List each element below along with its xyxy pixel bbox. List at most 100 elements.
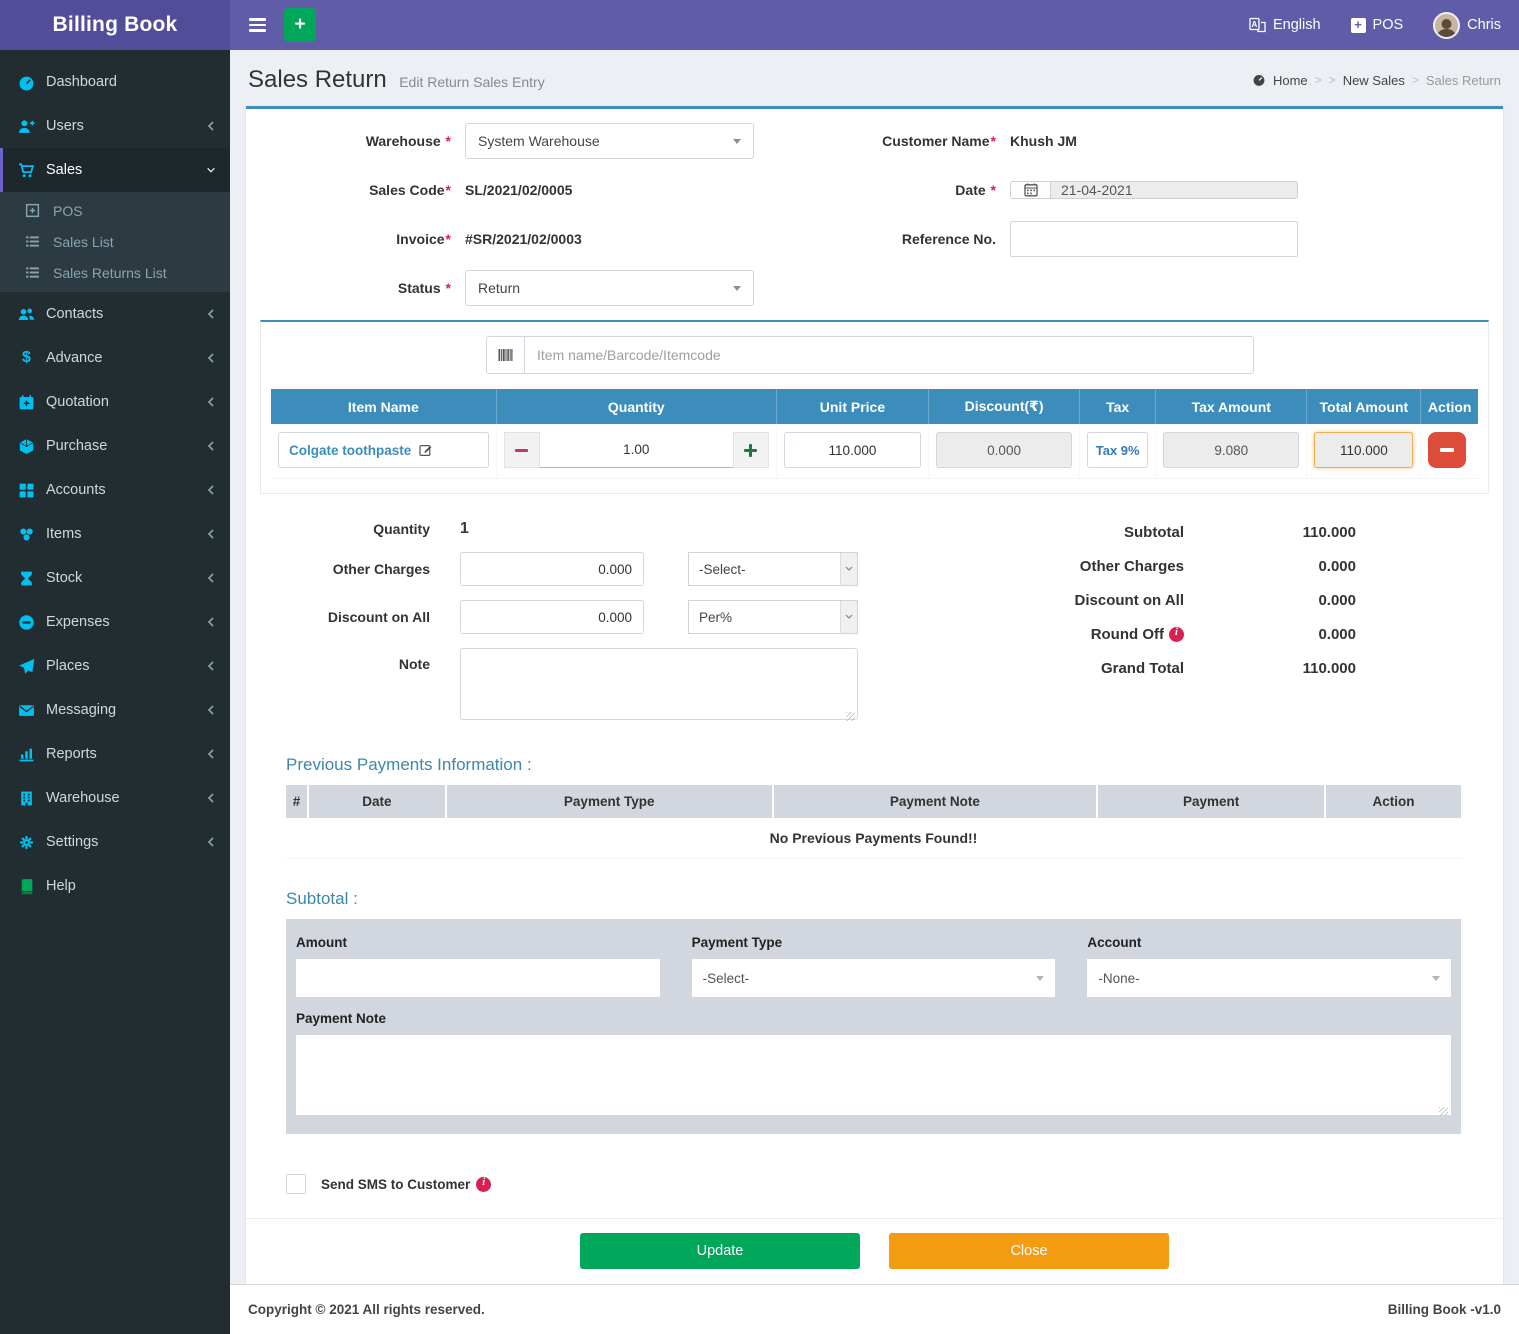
barcode-icon xyxy=(486,336,524,374)
item-search-input[interactable] xyxy=(524,336,1254,374)
info-icon[interactable]: i xyxy=(476,1177,491,1192)
payment-note-textarea[interactable] xyxy=(296,1035,1451,1115)
sidebar-item-advance[interactable]: $ Advance xyxy=(0,336,230,380)
quick-add-button[interactable]: + xyxy=(284,8,316,42)
sidebar-item-contacts[interactable]: Contacts xyxy=(0,292,230,336)
previous-payments-table: # Date Payment Type Payment Note Payment… xyxy=(286,785,1461,859)
tax-cell[interactable]: Tax 9% xyxy=(1087,432,1148,468)
status-select[interactable]: Return xyxy=(465,270,754,306)
discount-on-all-input[interactable] xyxy=(460,600,644,634)
note-label: Note xyxy=(260,648,430,672)
chevron-left-icon xyxy=(206,308,216,320)
discount-type-select[interactable]: Per% xyxy=(688,600,858,634)
total-amount-input[interactable] xyxy=(1314,432,1413,468)
sidebar-item-stock[interactable]: Stock xyxy=(0,556,230,600)
note-textarea[interactable] xyxy=(460,648,858,720)
reference-no-input[interactable] xyxy=(1010,221,1298,257)
sidebar-item-users[interactable]: Users xyxy=(0,104,230,148)
sidebar-item-accounts[interactable]: Accounts xyxy=(0,468,230,512)
column-header-item-name: Item Name xyxy=(271,389,496,424)
chevron-down-icon xyxy=(206,164,216,176)
edit-icon[interactable] xyxy=(419,443,433,457)
breadcrumb: Home > > New Sales > Sales Return xyxy=(1252,73,1501,88)
pp-column-payment-type: Payment Type xyxy=(446,785,773,818)
list-icon xyxy=(24,233,41,250)
svg-text:A: A xyxy=(1251,20,1257,29)
other-charges-select[interactable]: -Select- xyxy=(688,552,858,586)
gears-icon xyxy=(18,834,35,851)
resize-grip[interactable] xyxy=(1439,1107,1448,1116)
warehouse-select[interactable]: System Warehouse xyxy=(465,123,754,159)
remove-item-button[interactable] xyxy=(1428,432,1466,468)
customer-name-value: Khush JM xyxy=(1010,133,1077,149)
minus-icon xyxy=(515,449,528,452)
pp-column-payment: Payment xyxy=(1097,785,1325,818)
pos-shortcut[interactable]: + POS xyxy=(1351,17,1404,33)
sidebar-item-quotation[interactable]: Quotation xyxy=(0,380,230,424)
sidebar-item-help[interactable]: Help xyxy=(0,864,230,908)
info-icon[interactable]: i xyxy=(1169,627,1184,642)
grand-total-value: 110.000 xyxy=(1184,660,1356,677)
other-charges-input[interactable] xyxy=(460,552,644,586)
update-button[interactable]: Update xyxy=(580,1233,860,1269)
quantity-summary-value: 1 xyxy=(460,520,469,538)
quantity-decrease-button[interactable] xyxy=(504,432,540,468)
tax-amount-input xyxy=(1163,432,1299,468)
items-table: Item Name Quantity Unit Price Discount(₹… xyxy=(271,389,1478,479)
app-logo[interactable]: Billing Book xyxy=(0,0,230,50)
breadcrumb-home[interactable]: Home xyxy=(1273,73,1308,88)
plus-square-icon xyxy=(24,202,41,219)
resize-grip[interactable] xyxy=(846,712,855,721)
warehouse-label: Warehouse * xyxy=(260,133,465,149)
chevron-left-icon xyxy=(206,836,216,848)
footer: Copyright © 2021 All rights reserved. Bi… xyxy=(230,1284,1519,1334)
breadcrumb-current: Sales Return xyxy=(1426,73,1501,88)
chevron-left-icon xyxy=(206,484,216,496)
sales-code-value: SL/2021/02/0005 xyxy=(465,182,572,198)
sidebar-toggle-button[interactable] xyxy=(236,0,278,50)
close-button[interactable]: Close xyxy=(889,1233,1169,1269)
sidebar-item-messaging[interactable]: Messaging xyxy=(0,688,230,732)
reference-no-label: Reference No. xyxy=(860,231,1010,247)
sidebar-item-warehouse[interactable]: Warehouse xyxy=(0,776,230,820)
sidebar-item-purchase[interactable]: Purchase xyxy=(0,424,230,468)
calendar-icon xyxy=(1010,181,1050,199)
sidebar-item-sales-returns-list[interactable]: Sales Returns List xyxy=(0,257,230,288)
column-header-unit-price: Unit Price xyxy=(776,389,928,424)
sidebar-item-expenses[interactable]: Expenses xyxy=(0,600,230,644)
discount-input xyxy=(936,432,1072,468)
user-name: Chris xyxy=(1467,17,1501,33)
sidebar-item-reports[interactable]: Reports xyxy=(0,732,230,776)
unit-price-input[interactable] xyxy=(784,432,921,468)
chevron-down-icon xyxy=(1432,976,1440,981)
sidebar-item-pos[interactable]: POS xyxy=(0,195,230,226)
breadcrumb-new-sales[interactable]: New Sales xyxy=(1343,73,1405,88)
avatar xyxy=(1433,12,1460,39)
account-select[interactable]: -None- xyxy=(1087,959,1451,997)
sidebar-item-sales[interactable]: Sales xyxy=(0,148,230,192)
navbar-right: A English + POS Chris xyxy=(1249,12,1501,39)
minus-circle-icon xyxy=(18,614,35,631)
sidebar: Dashboard Users Sales POS Sales List Sal… xyxy=(0,50,230,1334)
quantity-increase-button[interactable] xyxy=(733,432,769,468)
sidebar-item-items[interactable]: Items xyxy=(0,512,230,556)
payment-type-select[interactable]: -Select- xyxy=(692,959,1056,997)
user-menu[interactable]: Chris xyxy=(1433,12,1501,39)
date-input[interactable] xyxy=(1050,181,1298,199)
send-sms-checkbox[interactable] xyxy=(286,1174,306,1194)
building-icon xyxy=(18,790,35,807)
quantity-input[interactable] xyxy=(540,432,733,468)
language-menu[interactable]: A English xyxy=(1249,17,1321,34)
discount-on-all-total-label: Discount on All xyxy=(989,592,1184,609)
no-payments-message: No Previous Payments Found!! xyxy=(286,818,1461,859)
sidebar-item-settings[interactable]: Settings xyxy=(0,820,230,864)
chevron-left-icon xyxy=(206,792,216,804)
item-name-link[interactable]: Colgate toothpaste xyxy=(289,443,411,458)
sidebar-item-sales-list[interactable]: Sales List xyxy=(0,226,230,257)
chevron-down-icon xyxy=(733,286,741,291)
pp-column-date: Date xyxy=(308,785,446,818)
amount-input[interactable] xyxy=(296,959,660,997)
plus-icon xyxy=(744,444,757,457)
sidebar-item-dashboard[interactable]: Dashboard xyxy=(0,60,230,104)
sidebar-item-places[interactable]: Places xyxy=(0,644,230,688)
